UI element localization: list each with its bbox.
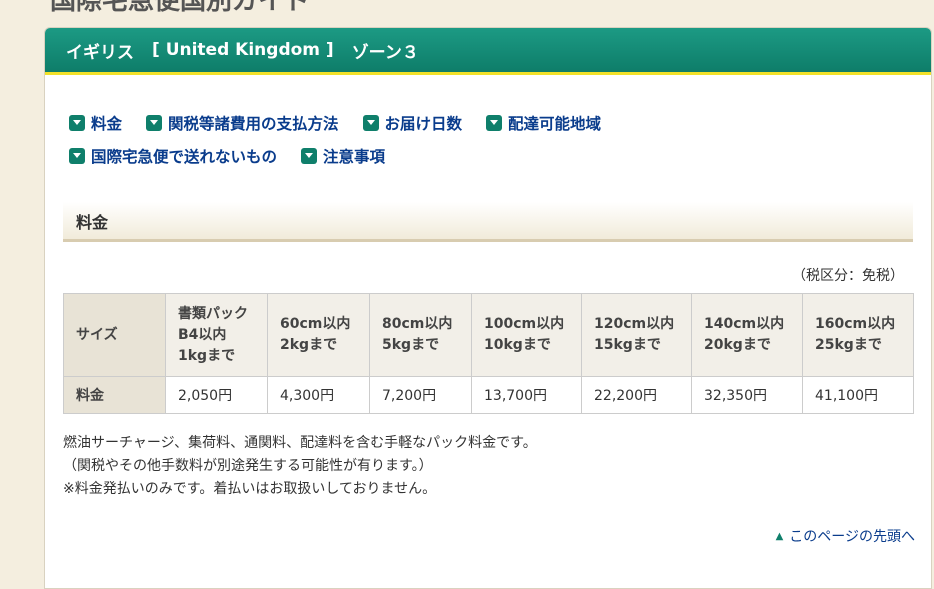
chevron-down-icon — [69, 114, 85, 131]
price-notes: 燃油サーチャージ、集荷料、通関料、配達料を含む手軽なパック料金です。 （関税やそ… — [63, 432, 537, 501]
price-cell: 22,200円 — [581, 376, 692, 414]
size-cell: 100cm以内 10kgまで — [471, 293, 582, 377]
price-cell: 4,300円 — [267, 376, 370, 414]
nav-link-label: お届け日数 — [384, 114, 463, 133]
section-title-price: 料金 — [63, 202, 913, 242]
nav-link-price[interactable]: 料金 — [69, 112, 122, 134]
note-line: ※料金発払いのみです。着払いはお取扱いしておりません。 — [63, 481, 437, 497]
price-table: サイズ 書類パック B4以内 1kgまで 60cm以内 2kgまで 80cm以内 5kg… — [63, 293, 914, 414]
size-cell: 書類パック B4以内 1kgまで — [165, 293, 268, 377]
note-line: 燃油サーチャージ、集荷料、通関料、配達料を含む手軽なパック料金です。 — [63, 435, 537, 451]
nav-link-duties[interactable]: 関税等諸費用の支払方法 — [146, 112, 339, 134]
size-cell: 160cm以内 25kgまで — [802, 293, 914, 377]
nav-link-notes[interactable]: 注意事項 — [301, 145, 385, 167]
nav-link-label: 注意事項 — [323, 147, 386, 166]
row-header-size: サイズ — [63, 293, 166, 377]
price-cell: 2,050円 — [165, 376, 268, 414]
table-row: サイズ 書類パック B4以内 1kgまで 60cm以内 2kgまで 80cm以内 5kg… — [63, 293, 914, 377]
country-card: イギリス [ United Kingdom ] ゾーン３ 料金 関税等諸費用の支… — [44, 27, 932, 589]
nav-row: 料金 関税等諸費用の支払方法 お届け日数 配達可能地域 — [69, 106, 625, 139]
chevron-down-icon — [69, 147, 85, 164]
price-cell: 41,100円 — [802, 376, 914, 414]
size-cell: 140cm以内 20kgまで — [691, 293, 803, 377]
chevron-down-icon — [486, 114, 503, 131]
page-heading: 国際宅急便国別ガイド — [50, 0, 311, 16]
price-cell: 7,200円 — [369, 376, 472, 414]
price-cell: 32,350円 — [691, 376, 803, 414]
nav-link-label: 配達可能地域 — [508, 114, 602, 133]
back-to-top-link[interactable]: ▲ このページの先頭へ — [776, 526, 915, 546]
arrow-up-icon: ▲ — [775, 530, 784, 542]
nav-link-label: 関税等諸費用の支払方法 — [168, 114, 339, 133]
nav-link-delivery-area[interactable]: 配達可能地域 — [486, 112, 601, 134]
section-nav: 料金 関税等諸費用の支払方法 お届け日数 配達可能地域 国際宅急便で送れないもの — [69, 106, 625, 172]
nav-link-label: 料金 — [91, 114, 123, 133]
back-to-top-label: このページの先頭へ — [789, 529, 915, 545]
nav-link-label: 国際宅急便で送れないもの — [91, 147, 278, 166]
note-line: （関税やその他手数料が別途発生する可能性が有ります。） — [63, 458, 433, 474]
nav-row: 国際宅急便で送れないもの 注意事項 — [69, 139, 625, 172]
size-cell: 80cm以内 5kgまで — [369, 293, 472, 377]
zone-label: ゾーン３ — [351, 42, 419, 63]
nav-link-prohibited-items[interactable]: 国際宅急便で送れないもの — [69, 145, 277, 167]
size-cell: 120cm以内 15kgまで — [581, 293, 692, 377]
chevron-down-icon — [362, 114, 379, 131]
row-header-price: 料金 — [63, 376, 166, 414]
country-name: イギリス — [66, 42, 134, 63]
country-english-name: [ United Kingdom ] — [152, 40, 334, 60]
nav-link-delivery-days[interactable]: お届け日数 — [362, 112, 463, 134]
chevron-down-icon — [301, 147, 318, 164]
tax-note: （税区分：免税） — [792, 268, 904, 284]
country-header: イギリス [ United Kingdom ] ゾーン３ — [45, 28, 931, 75]
size-cell: 60cm以内 2kgまで — [267, 293, 370, 377]
table-row: 料金 2,050円 4,300円 7,200円 13,700円 22,200円 … — [63, 376, 914, 414]
price-cell: 13,700円 — [471, 376, 582, 414]
chevron-down-icon — [146, 114, 163, 131]
